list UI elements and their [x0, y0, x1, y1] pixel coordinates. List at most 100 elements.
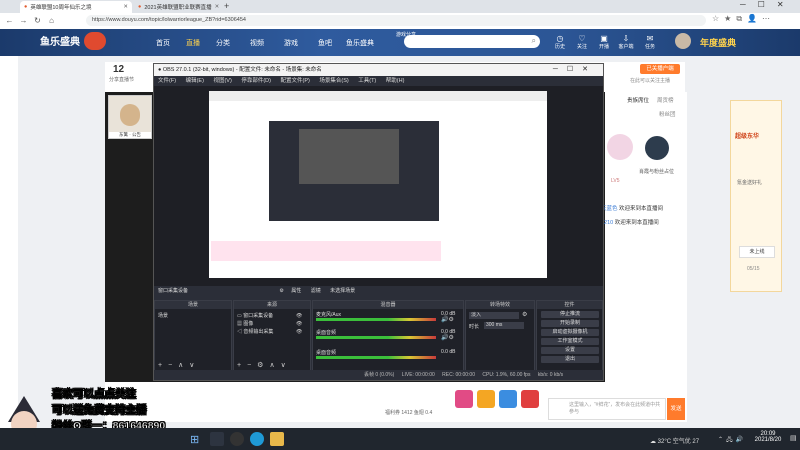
task-button[interactable]: ✉ 任务: [640, 34, 660, 50]
obs-menu-profile[interactable]: 配置文件(P): [280, 78, 309, 84]
douyu-logo-icon[interactable]: [84, 32, 106, 50]
refresh-icon[interactable]: ↻: [32, 15, 43, 26]
home-icon[interactable]: ⌂: [46, 15, 57, 26]
browser-toolbar-icons[interactable]: ☆★⧉👤⋯: [712, 14, 775, 24]
gift-icon[interactable]: [477, 390, 495, 408]
obs-menu-edit[interactable]: 编辑(E): [186, 78, 204, 84]
scene-item[interactable]: 场景: [158, 312, 168, 319]
obs-menu-docks[interactable]: 停靠部件(D): [241, 78, 271, 84]
nav-video[interactable]: 视频: [250, 38, 264, 48]
nav-category[interactable]: 分类: [216, 38, 230, 48]
mute-speaker-icon[interactable]: 🔊⚙: [441, 316, 454, 323]
mixer-channel-name: 桌面音频: [316, 330, 337, 336]
windows-start-icon[interactable]: ⊞: [190, 433, 199, 446]
nav-games[interactable]: 游戏: [284, 38, 298, 48]
stop-streaming-button[interactable]: 停止推流: [541, 311, 599, 318]
rank-avatar[interactable]: [607, 134, 633, 160]
start-recording-button[interactable]: 开始录制: [541, 320, 599, 327]
obs-menu-scene-collection[interactable]: 场景集合(S): [319, 78, 348, 84]
avatar-label: 东篱 · 公告: [109, 132, 151, 138]
gear-icon[interactable]: ⚙: [522, 311, 527, 318]
tray-icons[interactable]: ⌃🖧🔊: [718, 435, 746, 445]
obs-menu-tools[interactable]: 工具(T): [358, 78, 376, 84]
new-tab-button[interactable]: +: [224, 1, 229, 11]
follow-button[interactable]: ♡ 关注: [572, 34, 592, 50]
folder-taskbar-icon[interactable]: [270, 432, 284, 446]
rank-tab-fans[interactable]: 粉丝团: [659, 110, 676, 118]
gift-stats: 福利券 1412 鱼翅 0.4: [385, 410, 433, 416]
nav-live[interactable]: 直播: [186, 38, 200, 48]
overlay-line-2: 可以送免费支持主播: [52, 404, 147, 416]
site-search-input[interactable]: 游戏分享 ⌕: [396, 32, 540, 48]
browser-tab[interactable]: ● 英雄联盟10周年仙乐之境 ✕: [20, 1, 132, 13]
transition-select[interactable]: 淡入: [469, 312, 519, 319]
chat-input[interactable]: 这里输入，“#鲜花”，发布会在此频道中共参与: [548, 398, 666, 420]
exit-button[interactable]: 退出: [541, 356, 599, 363]
obs-preview[interactable]: [154, 86, 603, 286]
gift-icon[interactable]: [455, 390, 473, 408]
source-controls[interactable]: +−⚙∧∨: [237, 361, 292, 369]
gear-icon[interactable]: ⚙: [279, 288, 283, 294]
promo-panel[interactable]: 超级东华 氪金送好礼 未上线 05/15: [730, 100, 782, 292]
clock[interactable]: 20:09 2021/8/20: [750, 431, 786, 443]
rank-tab-weekly[interactable]: 周贡榜: [657, 96, 674, 104]
settings-button[interactable]: 设置: [541, 347, 599, 354]
rank-tab-noble[interactable]: 贵族席位: [627, 96, 649, 104]
chat-send-button[interactable]: 发送: [667, 398, 685, 420]
nav-fishbar[interactable]: 鱼吧: [318, 38, 332, 48]
browser-tab-title: 2021英雄联盟职业联赛直播: [144, 5, 212, 11]
client-button[interactable]: ⇩ 客户端: [616, 34, 636, 50]
selected-source: 窗口采集设备: [158, 288, 189, 294]
transitions-dock-title: 转场特效: [466, 301, 534, 309]
report-button[interactable]: 已关播户端: [640, 64, 680, 74]
obs-menu-help[interactable]: 帮助(H): [386, 78, 405, 84]
rank-avatar[interactable]: [645, 136, 669, 160]
studio-mode-button[interactable]: 工作室模式: [541, 338, 599, 345]
obs-title-bar: ● OBS 27.0.1 (32-bit, windows) - 配置文件: 未…: [154, 64, 603, 76]
scene-controls[interactable]: +−∧∨: [158, 361, 200, 369]
controls-dock: 控件 停止推流 开始录制 启动虚拟摄像机 工作室模式 设置 退出: [536, 300, 603, 372]
close-tab-icon[interactable]: ✕: [123, 4, 128, 10]
history-button[interactable]: ◷ 历史: [550, 34, 570, 50]
edge-taskbar-icon[interactable]: [250, 432, 264, 446]
mute-speaker-icon[interactable]: 🔊⚙: [441, 334, 454, 341]
gift-icon[interactable]: [499, 390, 517, 408]
search-icon[interactable]: ⌕: [532, 36, 536, 46]
virtual-camera-button[interactable]: 启动虚拟摄像机: [541, 329, 599, 336]
nav-festival[interactable]: 鱼乐盛典: [346, 38, 374, 48]
obs-menu-view[interactable]: 视图(V): [213, 78, 231, 84]
controls-dock-title: 控件: [537, 301, 602, 309]
obs-menu-bar: 文件(F) 编辑(E) 视图(V) 停靠部件(D) 配置文件(P) 场景集合(S…: [154, 76, 603, 86]
gift-icon[interactable]: [521, 390, 539, 408]
weather-widget[interactable]: ☁ 32°C 空气优 27: [650, 436, 699, 445]
forward-icon[interactable]: →: [18, 15, 29, 26]
user-avatar[interactable]: [675, 33, 691, 49]
obs-taskbar-icon[interactable]: [230, 432, 244, 446]
search-taskbar-icon[interactable]: [210, 432, 224, 446]
duration-input[interactable]: 300 ms: [484, 322, 524, 329]
source-item[interactable]: ▦ 图像: [237, 320, 253, 327]
browser-tab[interactable]: ● 2021英雄联盟职业联赛直播 ✕: [134, 1, 222, 13]
visibility-icons[interactable]: 👁 👁 👁: [296, 312, 302, 336]
streamer-avatar[interactable]: 东篱 · 公告: [108, 95, 152, 139]
back-icon[interactable]: ←: [4, 15, 15, 26]
filters-button[interactable]: 滤镜: [311, 288, 321, 294]
window-controls[interactable]: ─☐✕: [740, 0, 796, 9]
obs-window[interactable]: ● OBS 27.0.1 (32-bit, windows) - 配置文件: 未…: [153, 63, 604, 381]
obs-logo-icon: ●: [158, 67, 162, 73]
obs-window-controls[interactable]: ─☐✕: [553, 64, 597, 76]
properties-button[interactable]: 属性: [291, 288, 301, 294]
source-item[interactable]: ◁ 音频输出采集: [237, 328, 273, 335]
scenes-dock-title: 场景: [155, 301, 231, 309]
nav-home[interactable]: 首页: [156, 38, 170, 48]
notification-icon[interactable]: ▤: [790, 434, 797, 442]
close-tab-icon[interactable]: ✕: [215, 4, 220, 10]
duration-label: 时长: [469, 324, 480, 330]
promo-button[interactable]: 未上线: [739, 246, 775, 258]
festival-banner[interactable]: 年度盛典: [700, 36, 736, 49]
obs-menu-file[interactable]: 文件(F): [158, 78, 176, 84]
source-item[interactable]: ▭ 窗口采集设备: [237, 312, 273, 319]
url-input[interactable]: https://www.douyu.com/topic/lolwarriorle…: [86, 15, 706, 26]
site-logo[interactable]: 鱼乐盛典: [40, 33, 80, 48]
start-live-button[interactable]: ▣ 开播: [594, 34, 614, 50]
